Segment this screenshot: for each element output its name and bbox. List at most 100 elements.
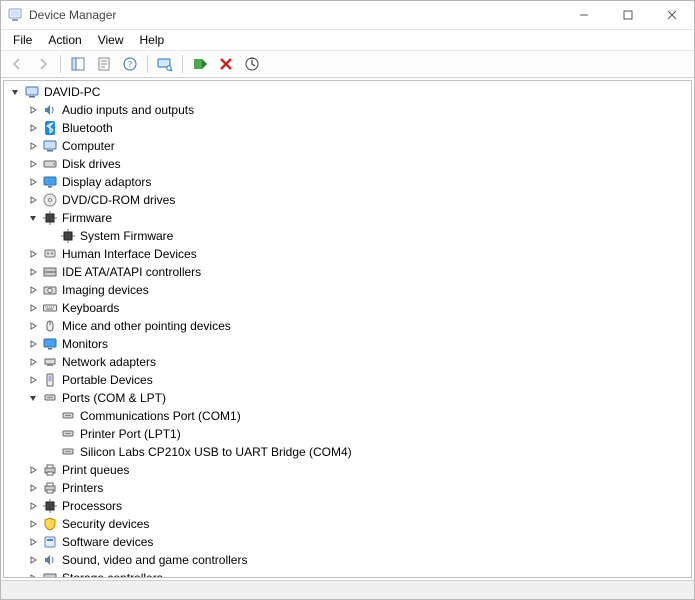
chevron-right-icon[interactable] xyxy=(26,121,40,135)
tree-node[interactable]: Disk drives xyxy=(4,155,691,173)
tree-node-label: Audio inputs and outputs xyxy=(62,101,194,119)
menu-help[interactable]: Help xyxy=(132,31,173,49)
chevron-down-icon[interactable] xyxy=(26,391,40,405)
update-driver-button[interactable] xyxy=(240,52,264,76)
tree-node[interactable]: Print queues xyxy=(4,461,691,479)
tree-node[interactable]: Monitors xyxy=(4,335,691,353)
tree-node[interactable]: Ports (COM & LPT) xyxy=(4,389,691,407)
uninstall-device-button[interactable] xyxy=(214,52,238,76)
tree-node[interactable]: Computer xyxy=(4,137,691,155)
chevron-right-icon[interactable] xyxy=(26,355,40,369)
tree-node[interactable]: Communications Port (COM1) xyxy=(4,407,691,425)
chevron-right-icon[interactable] xyxy=(26,517,40,531)
tree-node[interactable]: Display adaptors xyxy=(4,173,691,191)
tree-node-label: Communications Port (COM1) xyxy=(80,407,241,425)
chevron-right-icon[interactable] xyxy=(26,283,40,297)
tree-node[interactable]: DVD/CD-ROM drives xyxy=(4,191,691,209)
forward-button[interactable] xyxy=(31,52,55,76)
chevron-right-icon[interactable] xyxy=(26,103,40,117)
tree-node[interactable]: Portable Devices xyxy=(4,371,691,389)
chevron-right-icon[interactable] xyxy=(26,247,40,261)
chevron-right-icon[interactable] xyxy=(26,499,40,513)
chevron-right-icon[interactable] xyxy=(26,319,40,333)
cpu-icon xyxy=(42,498,58,514)
hid-icon xyxy=(42,246,58,262)
menu-action[interactable]: Action xyxy=(40,31,89,49)
port-icon xyxy=(60,408,76,424)
enable-icon xyxy=(192,56,208,72)
toolbar-separator xyxy=(182,55,183,73)
maximize-button[interactable] xyxy=(606,1,650,29)
toolbar-separator xyxy=(60,55,61,73)
twisty-none xyxy=(44,409,58,423)
tree-node[interactable]: Mice and other pointing devices xyxy=(4,317,691,335)
tree-node-label: Portable Devices xyxy=(62,371,153,389)
port-icon xyxy=(42,390,58,406)
tree-node[interactable]: Silicon Labs CP210x USB to UART Bridge (… xyxy=(4,443,691,461)
menubar: File Action View Help xyxy=(1,30,694,51)
printer-icon xyxy=(42,462,58,478)
chevron-right-icon[interactable] xyxy=(26,463,40,477)
device-tree[interactable]: DAVID-PCAudio inputs and outputsBluetoot… xyxy=(3,80,692,578)
help-icon: ? xyxy=(122,56,138,72)
chevron-right-icon[interactable] xyxy=(26,481,40,495)
arrow-left-icon xyxy=(9,56,25,72)
chevron-right-icon[interactable] xyxy=(26,553,40,567)
scan-hardware-button[interactable] xyxy=(153,52,177,76)
close-button[interactable] xyxy=(650,1,694,29)
tree-node[interactable]: IDE ATA/ATAPI controllers xyxy=(4,263,691,281)
chevron-down-icon[interactable] xyxy=(26,211,40,225)
tree-node[interactable]: System Firmware xyxy=(4,227,691,245)
network-icon xyxy=(42,354,58,370)
chevron-right-icon[interactable] xyxy=(26,193,40,207)
update-icon xyxy=(244,56,260,72)
keyboard-icon xyxy=(42,300,58,316)
tree-node[interactable]: Processors xyxy=(4,497,691,515)
tree-node[interactable]: Bluetooth xyxy=(4,119,691,137)
enable-device-button[interactable] xyxy=(188,52,212,76)
help-button[interactable]: ? xyxy=(118,52,142,76)
menu-file[interactable]: File xyxy=(5,31,40,49)
back-button[interactable] xyxy=(5,52,29,76)
tree-node-label: Print queues xyxy=(62,461,129,479)
chevron-right-icon[interactable] xyxy=(26,337,40,351)
show-hide-tree-button[interactable] xyxy=(66,52,90,76)
tree-node[interactable]: Audio inputs and outputs xyxy=(4,101,691,119)
window-title: Device Manager xyxy=(29,8,116,22)
tree-node-label: Keyboards xyxy=(62,299,119,317)
chevron-right-icon[interactable] xyxy=(26,157,40,171)
chevron-right-icon[interactable] xyxy=(26,265,40,279)
tree-node-label: DAVID-PC xyxy=(44,83,100,101)
chevron-down-icon[interactable] xyxy=(8,85,22,99)
tree-node[interactable]: Firmware xyxy=(4,209,691,227)
menu-view[interactable]: View xyxy=(90,31,132,49)
chevron-right-icon[interactable] xyxy=(26,175,40,189)
tree-node[interactable]: Software devices xyxy=(4,533,691,551)
minimize-button[interactable] xyxy=(562,1,606,29)
tree-node-label: Processors xyxy=(62,497,122,515)
tree-node[interactable]: Storage controllers xyxy=(4,569,691,578)
tree-node[interactable]: DAVID-PC xyxy=(4,83,691,101)
disk-icon xyxy=(42,156,58,172)
tree-node-label: Human Interface Devices xyxy=(62,245,197,263)
tree-pane-icon xyxy=(70,56,86,72)
tree-node[interactable]: Security devices xyxy=(4,515,691,533)
tree-node-label: Firmware xyxy=(62,209,112,227)
port-icon xyxy=(60,426,76,442)
tree-node[interactable]: Printers xyxy=(4,479,691,497)
ide-icon xyxy=(42,264,58,280)
tree-node[interactable]: Network adapters xyxy=(4,353,691,371)
tree-node[interactable]: Human Interface Devices xyxy=(4,245,691,263)
minimize-icon xyxy=(579,10,589,20)
properties-button[interactable] xyxy=(92,52,116,76)
chevron-right-icon[interactable] xyxy=(26,301,40,315)
tree-node[interactable]: Sound, video and game controllers xyxy=(4,551,691,569)
tree-node[interactable]: Printer Port (LPT1) xyxy=(4,425,691,443)
tree-node[interactable]: Keyboards xyxy=(4,299,691,317)
chevron-right-icon[interactable] xyxy=(26,139,40,153)
tree-node[interactable]: Imaging devices xyxy=(4,281,691,299)
chevron-right-icon[interactable] xyxy=(26,571,40,578)
chevron-right-icon[interactable] xyxy=(26,373,40,387)
chevron-right-icon[interactable] xyxy=(26,535,40,549)
tree-node-label: Silicon Labs CP210x USB to UART Bridge (… xyxy=(80,443,352,461)
